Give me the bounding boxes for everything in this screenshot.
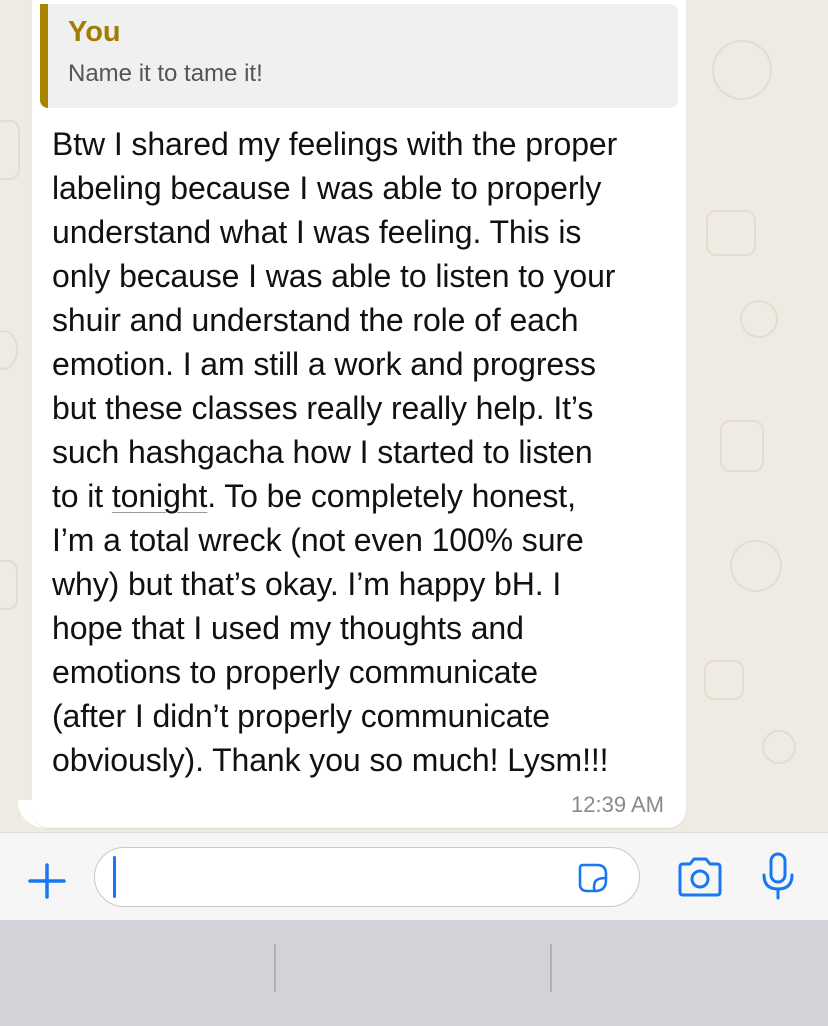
wallpaper-doodle — [0, 120, 20, 180]
message-line: I’m a total wreck (not even 100% sure — [52, 522, 584, 558]
quote-author: You — [68, 16, 121, 48]
message-line: (after I didn’t properly communicate — [52, 698, 550, 734]
message-line: Btw I shared my feelings with the proper — [52, 126, 618, 162]
message-line: but these classes really really help. It… — [52, 390, 594, 426]
message-input[interactable] — [94, 847, 640, 907]
wallpaper-doodle — [762, 730, 796, 764]
message-line: why) but that’s okay. I’m happy bH. I — [52, 566, 562, 602]
date-link[interactable]: tonight — [112, 478, 207, 514]
message-line: emotions to properly communicate — [52, 654, 538, 690]
message-line: emotion. I am still a work and progress — [52, 346, 596, 382]
message-line: obviously). Thank you so much! Lysm!!! — [52, 742, 609, 778]
message-input-bar — [0, 832, 828, 920]
message-fragment: . To be completely honest, — [207, 478, 576, 514]
message-line: shuir and understand the role of each — [52, 302, 579, 338]
message-line: to it tonight. To be completely honest, — [52, 474, 676, 518]
message-timestamp: 12:39 AM — [571, 792, 664, 817]
suggestion-divider — [550, 944, 552, 992]
sticker-icon[interactable] — [577, 862, 609, 894]
message-line: understand what I was feeling. This is — [52, 214, 582, 250]
wallpaper-doodle — [704, 660, 744, 700]
message-text: Btw I shared my feelings with the proper… — [52, 122, 676, 782]
quote-accent-bar — [40, 4, 48, 108]
suggestion-divider — [274, 944, 276, 992]
wallpaper-doodle — [706, 210, 756, 256]
wallpaper-doodle — [0, 330, 18, 370]
wallpaper-doodle — [0, 560, 18, 610]
message-line: hope that I used my thoughts and — [52, 610, 524, 646]
plus-icon[interactable] — [26, 863, 68, 899]
quote-text: Name it to tame it! — [68, 60, 263, 87]
message-fragment: to it — [52, 478, 112, 514]
text-cursor — [113, 856, 116, 898]
message-line: such hashgacha how I started to listen — [52, 434, 593, 470]
wallpaper-doodle — [712, 40, 772, 100]
wallpaper-doodle — [730, 540, 782, 592]
keyboard-suggestion-bar — [0, 920, 828, 1026]
wallpaper-doodle — [720, 420, 764, 472]
message-line: labeling because I was able to properly — [52, 170, 602, 206]
camera-icon[interactable] — [676, 855, 724, 899]
wallpaper-doodle — [740, 300, 778, 338]
quoted-reply[interactable]: You Name it to tame it! — [40, 4, 678, 108]
message-line: only because I was able to listen to you… — [52, 258, 616, 294]
microphone-icon[interactable] — [760, 851, 796, 901]
